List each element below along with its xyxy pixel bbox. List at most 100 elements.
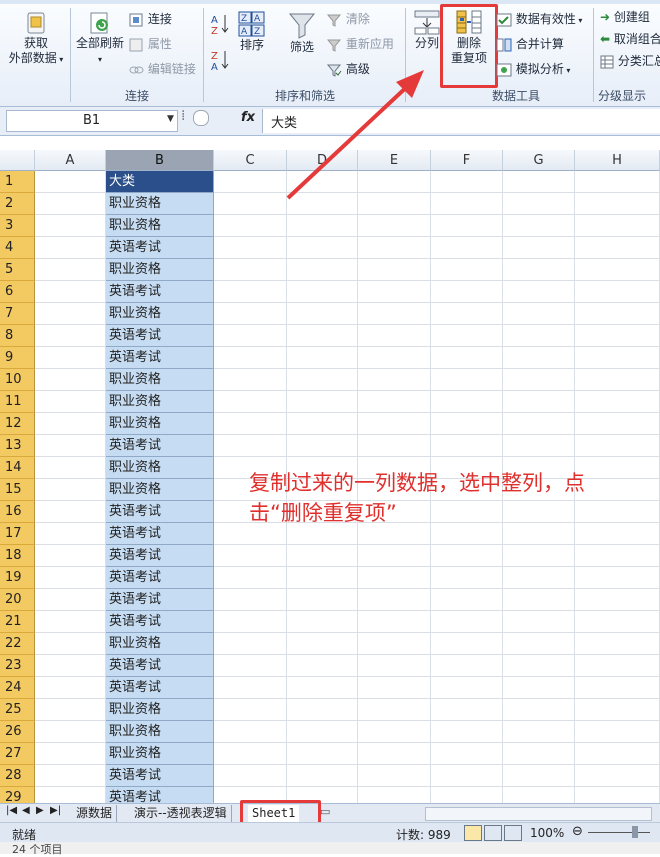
- row-header[interactable]: 27: [0, 743, 35, 765]
- row-header[interactable]: 13: [0, 435, 35, 457]
- last-sheet-icon[interactable]: ▶|: [50, 805, 61, 816]
- get-external-data-button[interactable]: 获取 外部数据 ▾: [6, 10, 66, 67]
- cell-b[interactable]: 职业资格: [106, 743, 214, 765]
- select-all-corner[interactable]: [0, 150, 35, 171]
- horizontal-scrollbar[interactable]: [425, 807, 652, 821]
- row-header[interactable]: 14: [0, 457, 35, 479]
- spreadsheet-grid[interactable]: A B C D E F G H 1 大类 2 职业资格 3 职业资格 4 英语考试 5 职业资格 6 英语考试 7 职业资…: [0, 150, 660, 809]
- cell-b[interactable]: 英语考试: [106, 325, 214, 347]
- row-header[interactable]: 22: [0, 633, 35, 655]
- cell-b[interactable]: 英语考试: [106, 611, 214, 633]
- row-header[interactable]: 19: [0, 567, 35, 589]
- reapply-button[interactable]: 重新应用: [326, 35, 394, 53]
- row-header[interactable]: 23: [0, 655, 35, 677]
- group-button[interactable]: ➜ 创建组: [600, 8, 650, 26]
- splitter-handle[interactable]: ⁞: [181, 108, 185, 124]
- row-header[interactable]: 3: [0, 215, 35, 237]
- sort-az-icon[interactable]: AZ: [210, 12, 230, 36]
- cell-b[interactable]: 职业资格: [106, 391, 214, 413]
- row-header[interactable]: 5: [0, 259, 35, 281]
- ungroup-button[interactable]: ⬅ 取消组合: [600, 30, 660, 48]
- cell-b[interactable]: 职业资格: [106, 633, 214, 655]
- row-header[interactable]: 10: [0, 369, 35, 391]
- row-header[interactable]: 16: [0, 501, 35, 523]
- consolidate-button[interactable]: 合并计算: [496, 35, 564, 53]
- cell-b[interactable]: 职业资格: [106, 215, 214, 237]
- row-header[interactable]: 15: [0, 479, 35, 501]
- cell-b[interactable]: 职业资格: [106, 479, 214, 501]
- filter-button[interactable]: 筛选: [284, 10, 320, 55]
- cell-b[interactable]: 英语考试: [106, 281, 214, 303]
- row-header[interactable]: 25: [0, 699, 35, 721]
- sort-button[interactable]: ZAAZ 排序: [234, 10, 270, 53]
- row-header[interactable]: 20: [0, 589, 35, 611]
- cell-b[interactable]: 英语考试: [106, 435, 214, 457]
- row-header[interactable]: 24: [0, 677, 35, 699]
- new-sheet-icon[interactable]: ▭: [320, 805, 330, 818]
- cell-b[interactable]: 职业资格: [106, 721, 214, 743]
- cell-b[interactable]: 职业资格: [106, 303, 214, 325]
- row-header[interactable]: 4: [0, 237, 35, 259]
- cell-b[interactable]: 英语考试: [106, 765, 214, 787]
- cell-b[interactable]: 职业资格: [106, 457, 214, 479]
- chevron-down-icon[interactable]: ▼: [167, 114, 174, 124]
- connections-button[interactable]: 连接: [128, 10, 172, 28]
- page-layout-view-icon[interactable]: [484, 825, 502, 841]
- refresh-all-button[interactable]: 全部刷新 ▾: [74, 10, 126, 67]
- column-header-a[interactable]: A: [35, 150, 106, 171]
- row-header[interactable]: 12: [0, 413, 35, 435]
- cell-b[interactable]: 英语考试: [106, 677, 214, 699]
- row-header[interactable]: 26: [0, 721, 35, 743]
- cell-b[interactable]: 英语考试: [106, 523, 214, 545]
- row-header[interactable]: 18: [0, 545, 35, 567]
- page-break-view-icon[interactable]: [504, 825, 522, 841]
- zoom-slider-thumb[interactable]: [632, 826, 638, 838]
- cell-b[interactable]: 英语考试: [106, 589, 214, 611]
- active-cell-b1[interactable]: 大类: [106, 171, 214, 193]
- cell-b[interactable]: 英语考试: [106, 545, 214, 567]
- row-header[interactable]: 28: [0, 765, 35, 787]
- row-header[interactable]: 1: [0, 171, 35, 193]
- cell-b[interactable]: 职业资格: [106, 193, 214, 215]
- what-if-button[interactable]: 模拟分析 ▾: [496, 60, 570, 78]
- subtotal-button[interactable]: 分类汇总: [600, 52, 660, 70]
- row-header[interactable]: 2: [0, 193, 35, 215]
- row-header[interactable]: 17: [0, 523, 35, 545]
- insert-function-icon[interactable]: fx: [241, 110, 255, 125]
- row-header[interactable]: 8: [0, 325, 35, 347]
- text-to-columns-button[interactable]: 分列: [410, 8, 444, 51]
- sheet-tab-pivot-demo[interactable]: 演示--透视表逻辑: [130, 805, 232, 822]
- row-header[interactable]: 11: [0, 391, 35, 413]
- zoom-level[interactable]: 100%: [530, 826, 564, 840]
- column-header-b[interactable]: B: [106, 150, 214, 171]
- name-box[interactable]: B1 ▼: [6, 110, 178, 132]
- cell-b[interactable]: 职业资格: [106, 259, 214, 281]
- cell-b[interactable]: 英语考试: [106, 237, 214, 259]
- row-header[interactable]: 21: [0, 611, 35, 633]
- sheet-tab-source[interactable]: 源数据: [72, 805, 118, 822]
- row-header[interactable]: 9: [0, 347, 35, 369]
- cell-b[interactable]: 英语考试: [106, 347, 214, 369]
- row-header[interactable]: 7: [0, 303, 35, 325]
- cell-b[interactable]: 英语考试: [106, 501, 214, 523]
- expand-icon[interactable]: [193, 110, 209, 126]
- row-header[interactable]: 6: [0, 281, 35, 303]
- cell-b[interactable]: 职业资格: [106, 413, 214, 435]
- zoom-slider[interactable]: [588, 832, 650, 833]
- cell-b[interactable]: 职业资格: [106, 369, 214, 391]
- data-validation-button[interactable]: 数据有效性 ▾: [496, 10, 582, 28]
- column-header-g[interactable]: G: [503, 150, 575, 171]
- clear-button[interactable]: 清除: [326, 10, 370, 28]
- cell-b[interactable]: 英语考试: [106, 655, 214, 677]
- zoom-out-icon[interactable]: ⊖: [572, 824, 583, 839]
- cell-b[interactable]: 职业资格: [106, 699, 214, 721]
- next-sheet-icon[interactable]: ▶: [36, 805, 44, 816]
- cell-b[interactable]: 英语考试: [106, 567, 214, 589]
- column-header-h[interactable]: H: [575, 150, 660, 171]
- sort-za-icon[interactable]: ZA: [210, 48, 230, 72]
- properties-button[interactable]: 属性: [128, 35, 172, 53]
- column-header-c[interactable]: C: [214, 150, 287, 171]
- normal-view-icon[interactable]: [464, 825, 482, 841]
- prev-sheet-icon[interactable]: ◀: [22, 805, 30, 816]
- first-sheet-icon[interactable]: |◀: [6, 805, 17, 816]
